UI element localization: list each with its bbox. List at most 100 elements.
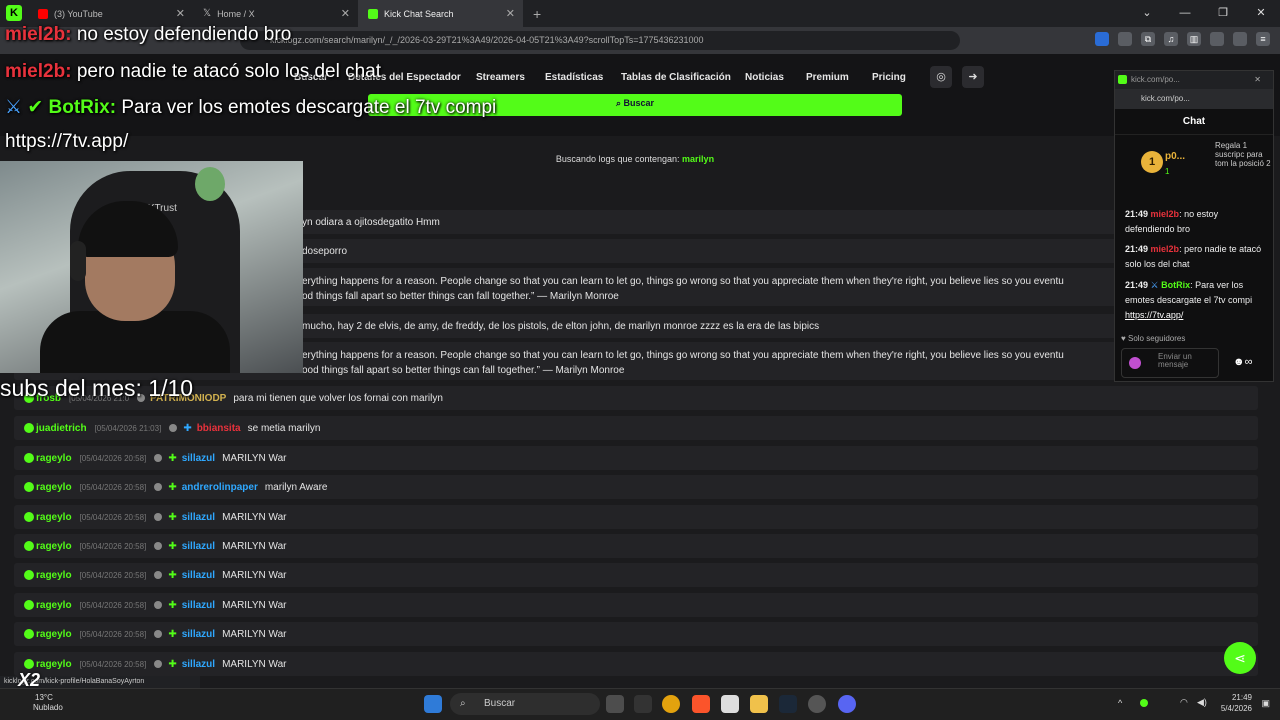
- chevron-up-icon[interactable]: ^: [1118, 698, 1122, 708]
- emote-icon[interactable]: ☻∞: [1233, 356, 1252, 368]
- username[interactable]: rageylo: [36, 541, 72, 552]
- badge-icon: ✚: [183, 422, 192, 434]
- brave-icon[interactable]: [692, 695, 710, 713]
- channel-name[interactable]: sillazul: [182, 541, 215, 552]
- channel-name[interactable]: sillazul: [182, 512, 215, 523]
- table-row: rageylo [05/04/2026 20:58] ✚ sillazul MA…: [14, 593, 1258, 617]
- sidebar-icon[interactable]: ▥: [1187, 32, 1201, 46]
- info-icon[interactable]: [154, 542, 163, 550]
- discord-icon[interactable]: [838, 695, 856, 713]
- chevron-down-icon[interactable]: ⌄: [1128, 0, 1166, 27]
- task-view-icon[interactable]: [606, 695, 624, 713]
- nav-tablas-clasificacion[interactable]: Tablas de Clasificación: [621, 72, 731, 83]
- close-icon[interactable]: ✕: [506, 7, 515, 20]
- app-icon[interactable]: [721, 695, 739, 713]
- avatar: [24, 600, 34, 610]
- message-user[interactable]: BotRix: [1161, 280, 1190, 290]
- windows-start-icon[interactable]: [424, 695, 442, 713]
- url-field[interactable]: kicklogz.com/search/marilyn/_/_/2026-03-…: [240, 31, 960, 50]
- username[interactable]: rageylo: [36, 453, 72, 464]
- username[interactable]: rageylo: [36, 512, 72, 523]
- kick-app-icon[interactable]: K: [6, 5, 22, 21]
- close-window-icon[interactable]: ✕: [1242, 0, 1280, 27]
- channel-name[interactable]: sillazul: [182, 570, 215, 581]
- table-row: rageylo [05/04/2026 20:58] ✚ sillazul MA…: [14, 505, 1258, 529]
- avatar: [24, 423, 34, 433]
- popup-url[interactable]: kick.com/po...: [1115, 89, 1273, 109]
- tab-x[interactable]: 𝕏 Home / X ✕: [193, 0, 358, 27]
- username[interactable]: juadietrich: [36, 423, 87, 434]
- volume-icon[interactable]: ◀): [1197, 697, 1207, 708]
- username[interactable]: rageylo: [36, 659, 72, 670]
- tray-icon[interactable]: [1140, 699, 1148, 707]
- channel-name[interactable]: sillazul: [182, 659, 215, 670]
- message-link[interactable]: https://7tv.app/: [1125, 310, 1183, 320]
- close-icon[interactable]: ✕: [1254, 71, 1261, 89]
- timestamp: [05/04/2026 20:58]: [79, 512, 147, 522]
- nav-premium[interactable]: Premium: [806, 72, 849, 83]
- row-message: doseporro: [302, 245, 348, 257]
- epic-games-icon[interactable]: [634, 695, 652, 713]
- microphone-icon[interactable]: [1129, 357, 1141, 369]
- minimize-icon[interactable]: —: [1166, 0, 1204, 27]
- menu-icon[interactable]: ≡: [1256, 32, 1270, 46]
- username[interactable]: rageylo: [36, 629, 72, 640]
- nav-streamers[interactable]: Streamers: [476, 72, 525, 83]
- info-icon[interactable]: [154, 571, 163, 579]
- close-icon[interactable]: ✕: [341, 7, 350, 20]
- extension-icon[interactable]: [1095, 32, 1109, 46]
- info-icon[interactable]: [154, 454, 163, 462]
- weather-widget[interactable]: 13°C Nublado: [10, 693, 63, 713]
- wallet-icon[interactable]: [1210, 32, 1224, 46]
- taskbar-clock[interactable]: 21:49 5/4/2026: [1221, 692, 1252, 714]
- info-icon[interactable]: [154, 630, 163, 638]
- tab-youtube[interactable]: (3) YouTube ✕: [28, 0, 193, 27]
- channel-name[interactable]: sillazul: [182, 600, 215, 611]
- music-icon[interactable]: ♫: [1164, 32, 1178, 46]
- taskbar-search[interactable]: ⌕ Buscar: [450, 693, 600, 715]
- notifications-icon[interactable]: ▣: [1261, 698, 1270, 709]
- channel-name[interactable]: bbiansita: [197, 423, 241, 434]
- table-row: rageylo [05/04/2026 20:58] ✚ sillazul MA…: [14, 652, 1258, 676]
- new-tab-icon[interactable]: +: [533, 6, 541, 22]
- info-icon[interactable]: [154, 660, 163, 668]
- channel-name[interactable]: sillazul: [182, 453, 215, 464]
- row-message: MARILYN War: [222, 599, 287, 611]
- folder-icon[interactable]: [750, 695, 768, 713]
- steam-icon[interactable]: [779, 695, 797, 713]
- login-icon[interactable]: ➜: [962, 66, 984, 88]
- leaderboard-rank: 1: [1141, 151, 1163, 173]
- tab-kick-chat-search[interactable]: Kick Chat Search ✕: [358, 0, 523, 27]
- username[interactable]: rageylo: [36, 570, 72, 581]
- puzzle-icon[interactable]: ⧉: [1141, 32, 1155, 46]
- timestamp: [05/04/2026 20:58]: [79, 482, 147, 492]
- obs-icon[interactable]: [808, 695, 826, 713]
- share-button[interactable]: ⋖: [1224, 642, 1256, 674]
- username[interactable]: rageylo: [36, 600, 72, 611]
- leader-name[interactable]: p0...: [1165, 151, 1185, 162]
- row-message: MARILYN War: [222, 569, 287, 581]
- info-icon[interactable]: [154, 513, 163, 521]
- chrome-icon[interactable]: [662, 695, 680, 713]
- extension-icon[interactable]: [1118, 32, 1132, 46]
- nav-noticias[interactable]: Noticias: [745, 72, 784, 83]
- shield-icon[interactable]: [1233, 32, 1247, 46]
- message-user[interactable]: miel2b: [1151, 244, 1180, 254]
- info-icon[interactable]: [154, 483, 163, 491]
- search-info-label: Buscando logs que contengan:: [555, 154, 680, 164]
- gift-prompt[interactable]: Regala 1 suscripc para tom la posició 2: [1215, 141, 1271, 168]
- channel-name[interactable]: sillazul: [182, 629, 215, 640]
- avatar: [24, 453, 34, 463]
- info-icon[interactable]: [169, 424, 178, 432]
- maximize-icon[interactable]: ❐: [1204, 0, 1242, 27]
- username[interactable]: rageylo: [36, 482, 72, 493]
- info-icon[interactable]: [154, 601, 163, 609]
- avatar: [24, 570, 34, 580]
- discord-icon[interactable]: ◎: [930, 66, 952, 88]
- close-icon[interactable]: ✕: [176, 7, 185, 20]
- channel-name[interactable]: andrerolinpaper: [182, 482, 258, 493]
- nav-estadisticas[interactable]: Estadísticas: [545, 72, 603, 83]
- nav-pricing[interactable]: Pricing: [872, 72, 906, 83]
- wifi-icon[interactable]: ◠: [1180, 697, 1188, 708]
- message-user[interactable]: miel2b: [1151, 209, 1180, 219]
